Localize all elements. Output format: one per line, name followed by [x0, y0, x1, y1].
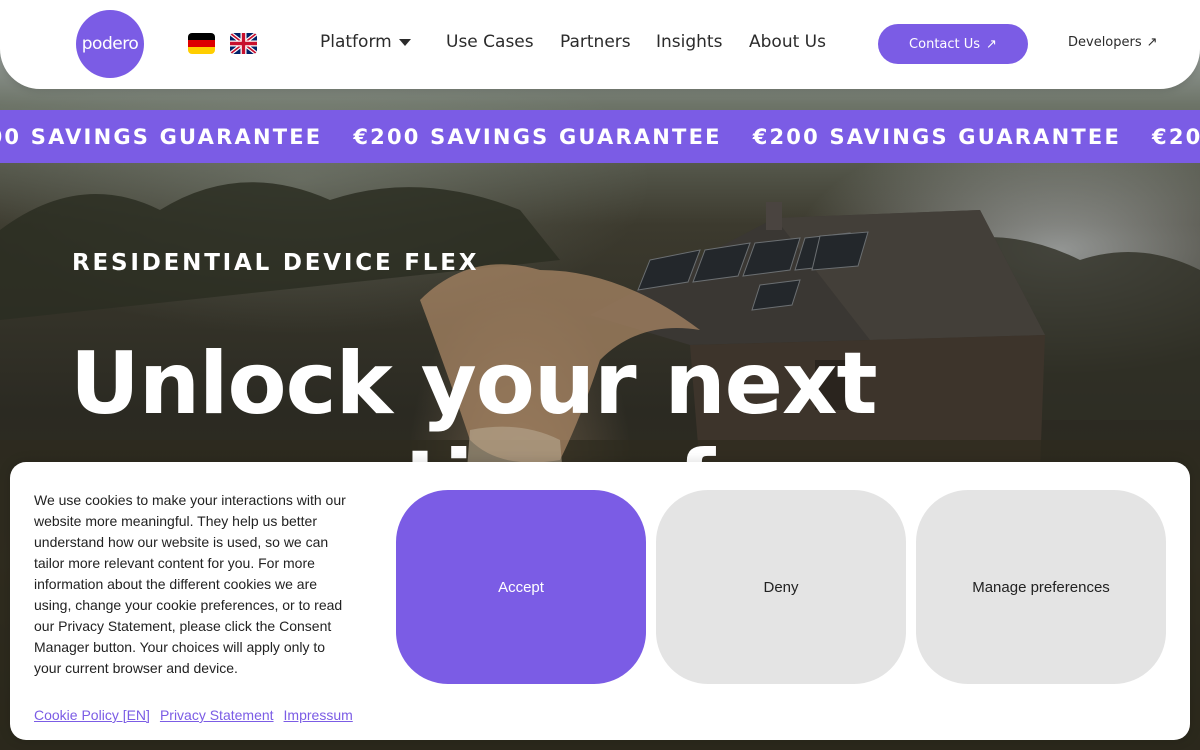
site-header: podero Platform Use Cases Partners Insig… [0, 0, 1200, 89]
nav-about-us[interactable]: About Us [749, 32, 826, 52]
nav-platform[interactable]: Platform [320, 32, 392, 52]
savings-ticker: €200 SAVINGS GUARANTEE €200 SAVINGS GUAR… [0, 110, 1200, 163]
ticker-item: €200 SAVINGS GUARANTEE [752, 124, 1122, 149]
impressum-link[interactable]: Impressum [284, 707, 353, 723]
developers-label: Developers [1068, 35, 1142, 50]
german-flag-icon[interactable] [188, 33, 215, 54]
hero-eyebrow: RESIDENTIAL DEVICE FLEX [72, 250, 480, 276]
podero-logo[interactable]: podero [76, 10, 144, 78]
privacy-statement-link[interactable]: Privacy Statement [160, 707, 274, 723]
cookie-links: Cookie Policy [EN] Privacy Statement Imp… [34, 707, 353, 723]
chevron-down-icon[interactable] [399, 39, 411, 47]
developers-link[interactable]: Developers ↗ [1068, 35, 1158, 50]
deny-button[interactable]: Deny [656, 490, 906, 684]
nav-use-cases[interactable]: Use Cases [446, 32, 534, 52]
manage-preferences-button[interactable]: Manage preferences [916, 490, 1166, 684]
cookie-policy-link[interactable]: Cookie Policy [EN] [34, 707, 150, 723]
accept-button[interactable]: Accept [396, 490, 646, 684]
logo-text: podero [81, 34, 139, 54]
nav-insights[interactable]: Insights [656, 32, 722, 52]
contact-us-label: Contact Us [909, 36, 981, 52]
cookie-consent-banner: We use cookies to make your interactions… [10, 462, 1190, 740]
ticker-item: €200 SAVINGS GUARANTEE [0, 124, 323, 149]
external-link-icon: ↗ [1146, 35, 1158, 50]
nav-partners[interactable]: Partners [560, 32, 631, 52]
external-link-icon: ↗ [986, 36, 997, 52]
cookie-description: We use cookies to make your interactions… [34, 492, 346, 676]
contact-us-button[interactable]: Contact Us ↗ [878, 24, 1028, 64]
uk-flag-icon[interactable] [230, 33, 257, 54]
ticker-item: €200 SAVINGS GUARANTEE [353, 124, 722, 149]
ticker-item: €200 SAVINGS GUARANTEE [1152, 124, 1200, 149]
